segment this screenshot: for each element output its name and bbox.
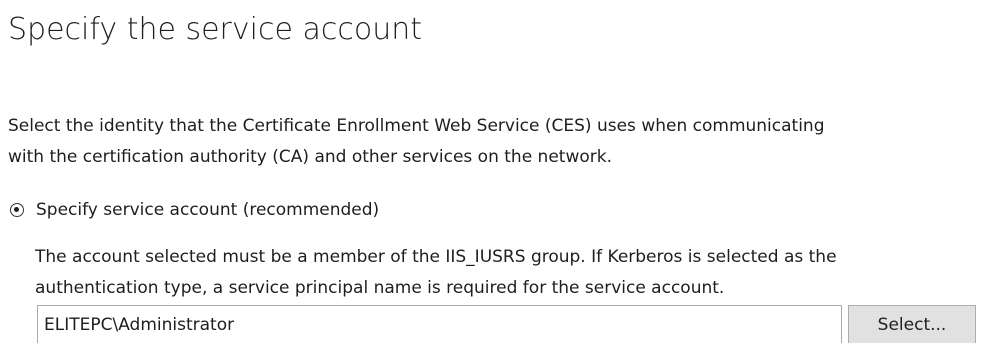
description-line: with the certification authority (CA) an… [8, 147, 612, 167]
select-account-button[interactable]: Select... [848, 305, 976, 343]
hint-line: authentication type, a service principal… [35, 278, 725, 298]
page-title: Specify the service account [8, 12, 422, 47]
service-account-input[interactable] [37, 305, 842, 343]
description-text: Select the identity that the Certificate… [8, 111, 988, 173]
hint-line: The account selected must be a member of… [35, 247, 837, 267]
radio-dot-icon [14, 207, 19, 212]
description-line: Select the identity that the Certificate… [8, 116, 825, 136]
service-account-hint: The account selected must be a member of… [35, 242, 990, 304]
radio-label[interactable]: Specify service account (recommended) [36, 200, 379, 220]
specify-service-account-radio[interactable]: Specify service account (recommended) [10, 200, 379, 220]
radio-button-selected-icon[interactable] [10, 203, 24, 217]
